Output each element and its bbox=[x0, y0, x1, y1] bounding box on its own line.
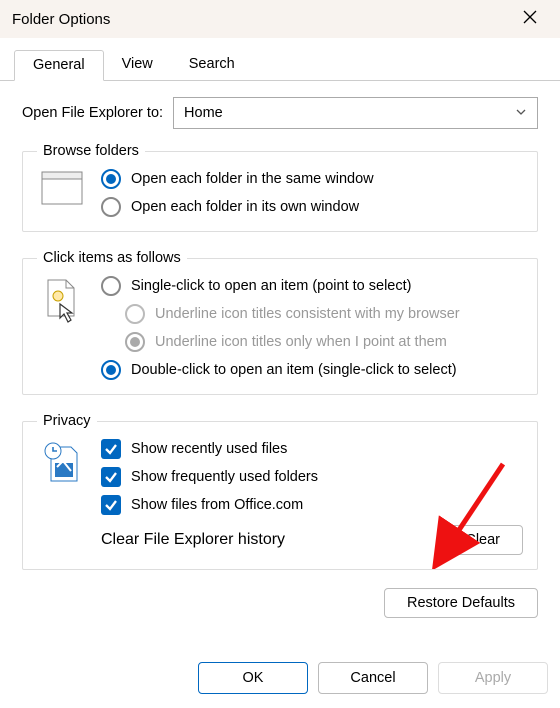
clear-history-label: Clear File Explorer history bbox=[101, 531, 285, 549]
checkbox-icon bbox=[101, 439, 121, 459]
tab-search-label: Search bbox=[189, 56, 235, 72]
close-button[interactable] bbox=[508, 4, 552, 34]
cursor-document-icon bbox=[37, 276, 87, 324]
window-icon bbox=[37, 169, 87, 205]
dialog-buttons: OK Cancel Apply bbox=[0, 648, 560, 708]
radio-icon bbox=[125, 304, 145, 324]
tab-view[interactable]: View bbox=[104, 50, 171, 80]
folder-options-dialog: Folder Options General View Search Open … bbox=[0, 0, 560, 708]
tab-view-label: View bbox=[122, 56, 153, 72]
radio-own-window[interactable]: Open each folder in its own window bbox=[101, 197, 523, 217]
radio-underline-browser-label: Underline icon titles consistent with my… bbox=[155, 306, 460, 322]
radio-underline-point: Underline icon titles only when I point … bbox=[125, 332, 523, 352]
browse-folders-group: Browse folders Open each folder in the s… bbox=[22, 143, 538, 232]
radio-icon bbox=[101, 276, 121, 296]
radio-icon bbox=[125, 332, 145, 352]
tab-general-label: General bbox=[33, 57, 85, 73]
radio-double-click[interactable]: Double-click to open an item (single-cli… bbox=[101, 360, 523, 380]
tab-strip: General View Search bbox=[0, 38, 560, 81]
tab-content: Open File Explorer to: Home Browse folde… bbox=[0, 81, 560, 648]
radio-underline-point-label: Underline icon titles only when I point … bbox=[155, 334, 447, 350]
radio-icon bbox=[101, 360, 121, 380]
apply-button: Apply bbox=[438, 662, 548, 694]
checkbox-recent-files-label: Show recently used files bbox=[131, 441, 287, 457]
checkbox-icon bbox=[101, 467, 121, 487]
history-document-icon bbox=[37, 439, 87, 485]
open-explorer-select[interactable]: Home bbox=[173, 97, 538, 129]
title-bar: Folder Options bbox=[0, 0, 560, 38]
ok-button[interactable]: OK bbox=[198, 662, 308, 694]
checkbox-office-files-label: Show files from Office.com bbox=[131, 497, 303, 513]
checkbox-office-files[interactable]: Show files from Office.com bbox=[101, 495, 523, 515]
click-items-group: Click items as follows Single-click to o… bbox=[22, 250, 538, 395]
checkbox-recent-files[interactable]: Show recently used files bbox=[101, 439, 523, 459]
cancel-button[interactable]: Cancel bbox=[318, 662, 428, 694]
close-icon bbox=[523, 10, 537, 29]
click-items-legend: Click items as follows bbox=[37, 250, 187, 266]
radio-single-click[interactable]: Single-click to open an item (point to s… bbox=[101, 276, 523, 296]
radio-same-window-label: Open each folder in the same window bbox=[131, 171, 374, 187]
checkbox-frequent-folders[interactable]: Show frequently used folders bbox=[101, 467, 523, 487]
tab-general[interactable]: General bbox=[14, 50, 104, 81]
open-explorer-value: Home bbox=[184, 105, 223, 121]
checkbox-icon bbox=[101, 495, 121, 515]
browse-folders-legend: Browse folders bbox=[37, 143, 145, 159]
radio-double-click-label: Double-click to open an item (single-cli… bbox=[131, 362, 457, 378]
radio-icon bbox=[101, 169, 121, 189]
privacy-legend: Privacy bbox=[37, 413, 97, 429]
checkbox-frequent-folders-label: Show frequently used folders bbox=[131, 469, 318, 485]
radio-icon bbox=[101, 197, 121, 217]
privacy-group: Privacy Show recently used files bbox=[22, 413, 538, 570]
open-explorer-row: Open File Explorer to: Home bbox=[22, 97, 538, 129]
radio-own-window-label: Open each folder in its own window bbox=[131, 199, 359, 215]
clear-button[interactable]: Clear bbox=[442, 525, 523, 555]
chevron-down-icon bbox=[515, 106, 527, 121]
window-title: Folder Options bbox=[12, 11, 110, 28]
radio-single-click-label: Single-click to open an item (point to s… bbox=[131, 278, 411, 294]
open-explorer-label: Open File Explorer to: bbox=[22, 105, 163, 121]
radio-same-window[interactable]: Open each folder in the same window bbox=[101, 169, 523, 189]
radio-underline-browser: Underline icon titles consistent with my… bbox=[125, 304, 523, 324]
restore-defaults-button[interactable]: Restore Defaults bbox=[384, 588, 538, 618]
tab-search[interactable]: Search bbox=[171, 50, 253, 80]
